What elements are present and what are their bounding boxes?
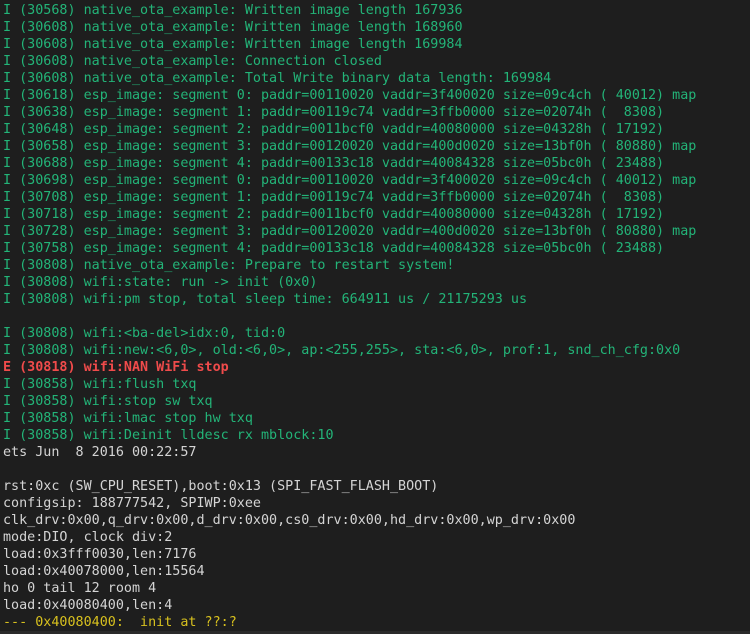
log-line: I (30808) wifi:state: run -> init (0x0) <box>3 275 318 290</box>
log-line: ets Jun 8 2016 00:22:57 <box>3 445 197 460</box>
log-line: rst:0xc (SW_CPU_RESET),boot:0x13 (SPI_FA… <box>3 479 439 494</box>
log-line: ho 0 tail 12 room 4 <box>3 581 157 596</box>
log-line: I (30688) esp_image: segment 4: paddr=00… <box>3 156 665 171</box>
log-line: I (30658) esp_image: segment 3: paddr=00… <box>3 139 697 154</box>
log-line: I (30858) wifi:stop sw txq <box>3 394 213 409</box>
log-line: I (30608) native_ota_example: Written im… <box>3 37 463 52</box>
log-line: --- 0x40080400: init at ??:? <box>3 615 237 630</box>
terminal-output[interactable]: I (30568) native_ota_example: Written im… <box>0 0 750 634</box>
log-line-error: E (30818) wifi:NAN WiFi stop <box>3 360 229 375</box>
log-line: I (30808) wifi:new:<6,0>, old:<6,0>, ap:… <box>3 343 681 358</box>
log-line-blank <box>3 308 750 325</box>
log-line: I (30648) esp_image: segment 2: paddr=00… <box>3 122 665 137</box>
log-line: I (30858) wifi:lmac stop hw txq <box>3 411 253 426</box>
log-line: load:0x40078000,len:15564 <box>3 564 205 579</box>
log-line: I (30568) native_ota_example: Written im… <box>3 3 463 18</box>
log-line: mode:DIO, clock div:2 <box>3 530 173 545</box>
log-line: load:0x40080400,len:4 <box>3 598 173 613</box>
log-line: configsip: 188777542, SPIWP:0xee <box>3 496 261 511</box>
log-line-blank <box>3 461 750 478</box>
log-line: I (30608) native_ota_example: Total Writ… <box>3 71 552 86</box>
log-line: I (30638) esp_image: segment 1: paddr=00… <box>3 105 665 120</box>
log-line: I (30728) esp_image: segment 3: paddr=00… <box>3 224 697 239</box>
log-line: I (30608) native_ota_example: Connection… <box>3 54 382 69</box>
log-line: I (30608) native_ota_example: Written im… <box>3 20 463 35</box>
log-line: I (30858) wifi:Deinit lldesc rx mblock:1… <box>3 428 334 443</box>
log-line: I (30808) native_ota_example: Prepare to… <box>3 258 455 273</box>
log-line: I (30808) wifi:<ba-del>idx:0, tid:0 <box>3 326 286 341</box>
log-line: I (30698) esp_image: segment 0: paddr=00… <box>3 173 697 188</box>
log-line: I (30718) esp_image: segment 2: paddr=00… <box>3 207 665 222</box>
log-line: clk_drv:0x00,q_drv:0x00,d_drv:0x00,cs0_d… <box>3 513 576 528</box>
log-line: I (30758) esp_image: segment 4: paddr=00… <box>3 241 665 256</box>
log-line: I (30808) wifi:pm stop, total sleep time… <box>3 292 528 307</box>
log-line: I (30858) wifi:flush txq <box>3 377 197 392</box>
log-line: I (30708) esp_image: segment 1: paddr=00… <box>3 190 665 205</box>
log-line: load:0x3fff0030,len:7176 <box>3 547 197 562</box>
log-line: I (30618) esp_image: segment 0: paddr=00… <box>3 88 697 103</box>
